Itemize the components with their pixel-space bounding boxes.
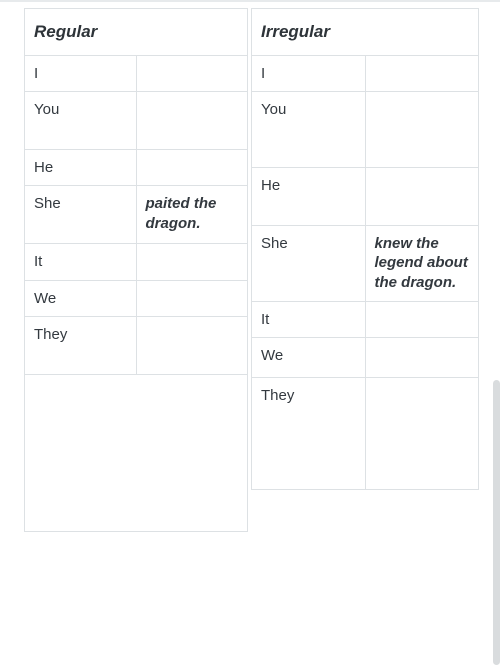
pronoun-cell: You <box>251 91 366 169</box>
answer-cell[interactable] <box>135 91 248 151</box>
table-filler-row <box>24 373 248 532</box>
table-row: It <box>24 243 248 281</box>
pronoun-cell: They <box>251 377 366 491</box>
answer-cell[interactable] <box>364 167 479 227</box>
table-row: We <box>24 279 248 317</box>
irregular-table-header: Irregular <box>251 8 479 56</box>
top-divider <box>0 0 500 2</box>
vertical-scrollbar[interactable] <box>493 380 500 665</box>
pronoun-cell: She <box>24 185 137 245</box>
answer-cell[interactable] <box>364 91 479 169</box>
regular-verbs-table: Regular I You He She paited the dragon. <box>24 8 248 532</box>
pronoun-cell: I <box>251 54 366 93</box>
table-row: They <box>251 377 479 491</box>
table-row: We <box>251 337 479 379</box>
table-filler-cell <box>24 373 248 532</box>
pronoun-cell: We <box>251 337 366 379</box>
irregular-verbs-table: Irregular I You He She knew the legend a… <box>251 8 479 491</box>
pronoun-cell: It <box>24 243 137 281</box>
table-row: They <box>24 315 248 375</box>
table-row: He <box>251 167 479 227</box>
table-row: You <box>24 91 248 151</box>
table-row: You <box>251 91 479 169</box>
worksheet-page: Regular I You He She paited the dragon. <box>0 0 500 668</box>
irregular-table-wrapper: Irregular I You He She knew the legend a… <box>251 8 479 491</box>
table-row: I <box>251 54 479 93</box>
table-header-row: Irregular <box>251 8 479 56</box>
answer-cell[interactable] <box>364 301 479 339</box>
answer-cell[interactable] <box>135 243 248 281</box>
regular-table-wrapper: Regular I You He She paited the dragon. <box>24 8 248 532</box>
table-row: I <box>24 54 248 93</box>
table-row: She paited the dragon. <box>24 185 248 245</box>
pronoun-cell: He <box>24 149 137 187</box>
table-row: He <box>24 149 248 187</box>
answer-cell[interactable]: paited the dragon. <box>135 185 248 245</box>
answer-cell[interactable] <box>135 149 248 187</box>
regular-table-header: Regular <box>24 8 248 56</box>
answer-cell[interactable] <box>135 315 248 375</box>
table-row: It <box>251 301 479 339</box>
pronoun-cell: He <box>251 167 366 227</box>
answer-cell[interactable] <box>364 54 479 93</box>
table-header-row: Regular <box>24 8 248 56</box>
pronoun-cell: I <box>24 54 137 93</box>
pronoun-cell: They <box>24 315 137 375</box>
pronoun-cell: We <box>24 279 137 317</box>
pronoun-cell: She <box>251 225 366 303</box>
answer-cell[interactable] <box>364 337 479 379</box>
pronoun-cell: It <box>251 301 366 339</box>
answer-cell[interactable] <box>364 377 479 491</box>
pronoun-cell: You <box>24 91 137 151</box>
answer-cell[interactable]: knew the legend about the dragon. <box>364 225 479 303</box>
answer-cell[interactable] <box>135 279 248 317</box>
answer-cell[interactable] <box>135 54 248 93</box>
table-row: She knew the legend about the dragon. <box>251 225 479 303</box>
